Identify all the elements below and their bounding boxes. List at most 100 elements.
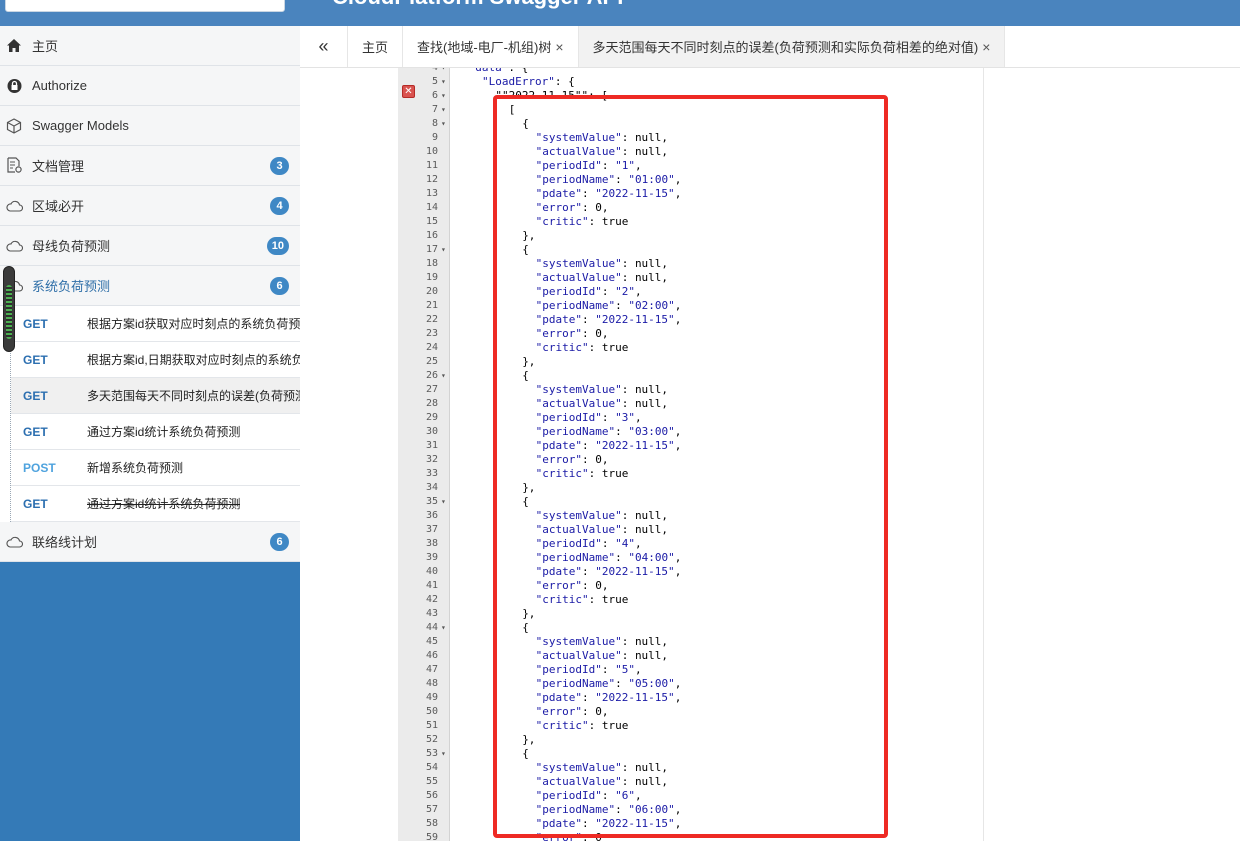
panel-divider	[983, 68, 984, 841]
code-text: },	[522, 229, 536, 242]
cloud-icon	[4, 536, 24, 548]
line-number: 5	[431, 76, 438, 87]
line-number: 9	[431, 132, 438, 143]
tab-home[interactable]: 主页	[348, 26, 404, 67]
fold-toggle-icon[interactable]: ▾	[441, 117, 449, 131]
code-text: },	[522, 481, 536, 494]
tab-bar: « 主页 查找(地域-电厂-机组)树 × 多天范围每天不同时刻点的误差(负荷预测…	[300, 26, 1240, 68]
api-row[interactable]: GET 根据方案id获取对应时刻点的系统负荷预测	[11, 306, 300, 342]
code-text: "pdate": "2022-11-15",	[535, 565, 682, 578]
code-text: {	[522, 243, 529, 256]
line-number: 58	[425, 818, 438, 829]
fold-toggle-icon[interactable]: ▾	[441, 747, 449, 761]
code-text: "periodId": "1",	[535, 159, 642, 172]
line-number: 30	[425, 426, 438, 437]
code-text: "critic": true	[535, 593, 629, 606]
code-text: "systemValue": null,	[535, 761, 669, 774]
fold-toggle-icon[interactable]: ▾	[441, 495, 449, 509]
line-number: 8	[431, 118, 438, 129]
tab-tree-search[interactable]: 查找(地域-电厂-机组)树 ×	[403, 26, 579, 67]
tab-load-error[interactable]: 多天范围每天不同时刻点的误差(负荷预测和实际负荷相差的绝对值) ×	[578, 26, 1006, 67]
count-badge: 3	[270, 157, 289, 175]
top-header: CloudPlatform Swagger API	[0, 0, 1240, 26]
sidebar-item-region[interactable]: 区域必开 4	[0, 186, 300, 226]
code-text: {	[522, 621, 529, 634]
sidebar-item-system-load-forecast[interactable]: 系统负荷预测 6	[0, 266, 300, 306]
sidebar: 主页 Authorize Swagger Models 文档管理 3 区域必开 …	[0, 26, 300, 841]
cube-icon	[4, 117, 24, 134]
line-number: 44	[425, 622, 438, 633]
fold-toggle-icon[interactable]: ▾	[441, 89, 449, 103]
api-path: 通过方案id统计系统负荷预测	[87, 425, 241, 439]
line-number: 7	[431, 104, 438, 115]
code-text: "LoadError": {	[482, 75, 575, 88]
sidebar-item-tie-line-plan[interactable]: 联络线计划 6	[0, 522, 300, 562]
line-number: 31	[425, 440, 438, 451]
close-icon[interactable]: ×	[982, 39, 990, 55]
line-number: 36	[425, 510, 438, 521]
http-method: GET	[23, 388, 48, 403]
line-number: 20	[425, 286, 438, 297]
code-text: "pdate": "2022-11-15",	[535, 187, 682, 200]
code-text: "actualValue": null,	[535, 649, 669, 662]
sidebar-item-home[interactable]: 主页	[0, 26, 300, 66]
line-number: 47	[425, 664, 438, 675]
fold-toggle-icon[interactable]: ▾	[441, 621, 449, 635]
menu-icon[interactable]	[312, 0, 326, 2]
sidebar-item-label: 文档管理	[32, 159, 85, 174]
line-number: 33	[425, 468, 438, 479]
code-text: "critic": true	[535, 719, 629, 732]
json-response-viewer: 数据 ✕ 4▾"data": {5▾"LoadError": {6▾""2022…	[300, 68, 1240, 841]
sidebar-item-swagger-models[interactable]: Swagger Models	[0, 106, 300, 146]
code-text: },	[522, 733, 536, 746]
close-icon[interactable]: ×	[555, 39, 563, 55]
collapse-sidebar-button[interactable]: «	[300, 26, 348, 67]
code-area[interactable]	[450, 68, 982, 841]
sidebar-item-label: 主页	[32, 39, 59, 54]
line-number: 15	[425, 216, 438, 227]
line-number: 39	[425, 552, 438, 563]
api-row[interactable]: GET 根据方案id,日期获取对应时刻点的系统负荷预测	[11, 342, 300, 378]
code-text: "error": 0,	[535, 201, 609, 214]
line-number: 57	[425, 804, 438, 815]
sidebar-scrollbar[interactable]	[3, 266, 15, 352]
fold-toggle-icon[interactable]: ▾	[441, 243, 449, 257]
line-number: 54	[425, 762, 438, 773]
search-input[interactable]	[5, 0, 285, 12]
cloud-icon	[4, 240, 24, 252]
code-text: "error": 0	[535, 831, 602, 841]
fold-toggle-icon[interactable]: ▾	[441, 75, 449, 89]
sidebar-item-authorize[interactable]: Authorize	[0, 66, 300, 106]
line-number: 28	[425, 398, 438, 409]
line-number: 14	[425, 202, 438, 213]
line-number: 45	[425, 636, 438, 647]
sidebar-item-doc-management[interactable]: 文档管理 3	[0, 146, 300, 186]
api-row-deprecated[interactable]: GET 通过方案id统计系统负荷预测	[11, 486, 300, 522]
code-text: "periodId": "4",	[535, 537, 642, 550]
line-number: 16	[425, 230, 438, 241]
http-method: GET	[23, 424, 48, 439]
line-number: 49	[425, 692, 438, 703]
fold-toggle-icon[interactable]: ▾	[441, 369, 449, 383]
tab-label: 多天范围每天不同时刻点的误差(负荷预测和实际负荷相差的绝对值)	[592, 40, 979, 55]
fold-toggle-icon[interactable]: ▾	[441, 103, 449, 117]
code-text: {	[522, 747, 529, 760]
code-text: "periodName": "05:00",	[535, 677, 682, 690]
app-title: CloudPlatform Swagger API	[312, 0, 623, 10]
code-text: "periodName": "04:00",	[535, 551, 682, 564]
code-text: {	[522, 495, 529, 508]
code-text: "periodName": "02:00",	[535, 299, 682, 312]
api-path: 根据方案id获取对应时刻点的系统负荷预测	[87, 317, 300, 331]
lock-icon	[4, 78, 24, 94]
line-number: 22	[425, 314, 438, 325]
line-number: 21	[425, 300, 438, 311]
api-row[interactable]: GET 通过方案id统计系统负荷预测	[11, 414, 300, 450]
sidebar-item-bus-load-forecast[interactable]: 母线负荷预测 10	[0, 226, 300, 266]
api-row[interactable]: POST 新增系统负荷预测	[11, 450, 300, 486]
fold-toggle-icon[interactable]: ▾	[441, 68, 449, 75]
line-number: 59	[425, 832, 438, 841]
count-badge: 6	[270, 533, 289, 551]
code-text: "pdate": "2022-11-15",	[535, 313, 682, 326]
line-number: 13	[425, 188, 438, 199]
api-row-selected[interactable]: GET 多天范围每天不同时刻点的误差(负荷预测和实际负荷相差的绝对值)	[11, 378, 300, 414]
